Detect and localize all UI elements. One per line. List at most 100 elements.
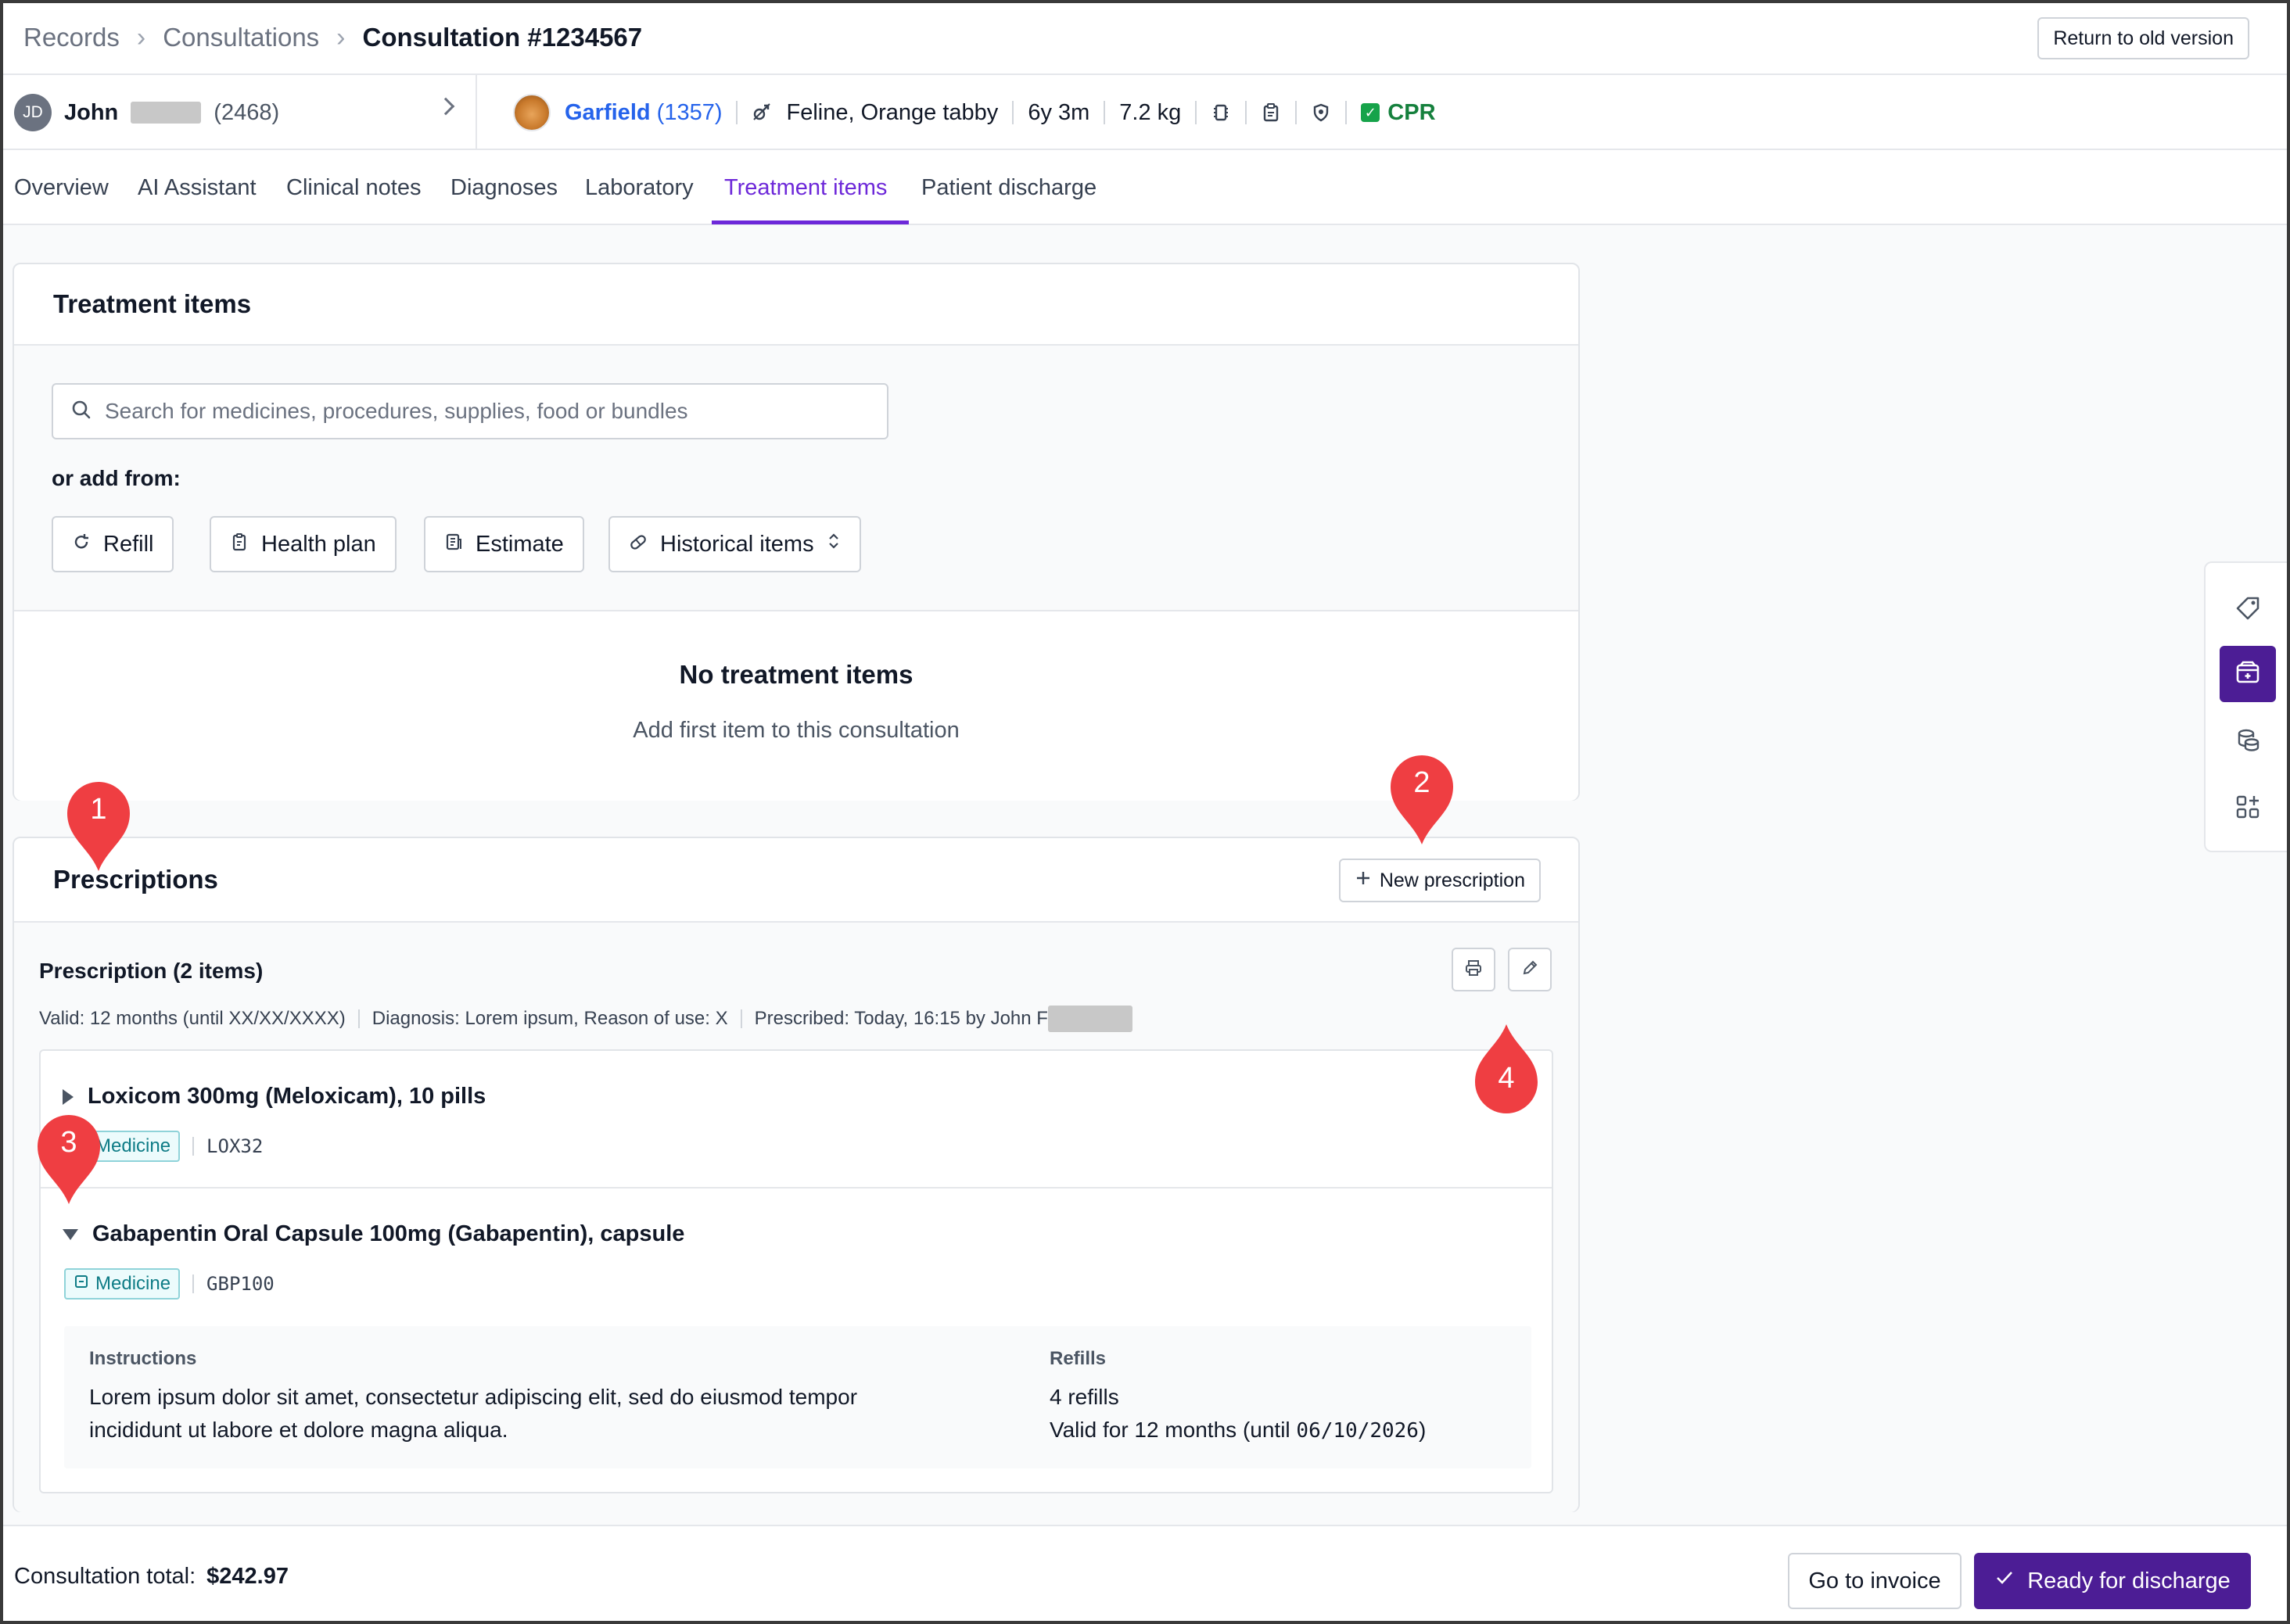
inventory-box-icon <box>2234 658 2262 690</box>
patient-bar: JD John (2468) Garfield (1357) Feline, O… <box>0 75 2290 150</box>
add-from-refill-button[interactable]: Refill <box>52 516 174 572</box>
instructions-line: incididunt ut labore et dolore magna ali… <box>89 1418 508 1442</box>
tab-patient-discharge[interactable]: Patient discharge <box>921 150 1097 225</box>
return-to-old-version-button[interactable]: Return to old version <box>2037 17 2249 59</box>
go-to-invoice-button[interactable]: Go to invoice <box>1788 1553 1962 1609</box>
patient-name-link[interactable]: Garfield <box>565 100 651 125</box>
ready-for-discharge-button[interactable]: Ready for discharge <box>1974 1553 2251 1609</box>
divider <box>14 610 1578 611</box>
ready-for-discharge-label: Ready for discharge <box>2027 1568 2231 1594</box>
medicine-tag: Medicine <box>64 1268 181 1300</box>
prescription-prescribed-by: Prescribed: Today, 16:15 by John F <box>754 1008 1048 1029</box>
empty-state-subtitle: Add first item to this consultation <box>633 718 960 743</box>
treatment-search-input[interactable] <box>105 399 856 424</box>
empty-state-title: No treatment items <box>679 660 913 689</box>
rail-billing-button[interactable] <box>2220 713 2276 769</box>
prescription-group: Prescription (2 items) Valid: 12 months … <box>14 921 1578 1512</box>
empty-state <box>14 610 1578 801</box>
add-from-historical-items-dropdown[interactable]: Historical items <box>608 516 861 572</box>
document-icon <box>444 532 463 557</box>
refills-validity-suffix: ) <box>1418 1418 1427 1442</box>
client-id: (2468) <box>214 99 280 125</box>
refills-label: Refills <box>1050 1348 1107 1369</box>
treatment-items-card: Treatment items or add from: Refill Heal… <box>13 263 1580 801</box>
chevron-right-icon: › <box>136 22 146 52</box>
apps-icon <box>2234 793 2262 825</box>
client-name: John <box>64 99 119 125</box>
tab-clinical-notes[interactable]: Clinical notes <box>286 150 421 225</box>
refill-label: Refill <box>103 531 154 557</box>
treatment-search-field[interactable] <box>52 383 888 439</box>
breadcrumb-consultations[interactable]: Consultations <box>163 23 319 52</box>
check-icon <box>1994 1568 2015 1594</box>
divider <box>41 1187 1552 1188</box>
client-selector[interactable]: JD John (2468) <box>0 75 477 150</box>
rail-tags-button[interactable] <box>2220 582 2276 638</box>
callout-marker-3: 3 <box>31 1110 106 1207</box>
breadcrumb-records[interactable]: Records <box>23 23 120 52</box>
historical-items-label: Historical items <box>660 531 814 557</box>
prescription-meta: Valid: 12 months (until XX/XX/XXXX) Diag… <box>39 1006 1132 1032</box>
divider <box>14 921 1578 923</box>
new-prescription-button[interactable]: New prescription <box>1338 859 1541 902</box>
patient-species: Feline, Orange tabby <box>786 99 999 125</box>
new-prescription-label: New prescription <box>1379 869 1525 891</box>
rail-inventory-button[interactable] <box>2220 646 2276 702</box>
instructions-label: Instructions <box>89 1348 197 1369</box>
caret-right-icon <box>63 1088 74 1105</box>
page-title: Consultation #1234567 <box>362 23 643 52</box>
consultation-footer: Consultation total: $242.97 Go to invoice… <box>0 1525 2290 1624</box>
check-icon: ✓ <box>1361 103 1380 122</box>
tab-overview[interactable]: Overview <box>14 150 109 225</box>
medicine-tag-label: Medicine <box>95 1135 171 1156</box>
tab-diagnoses[interactable]: Diagnoses <box>450 150 558 225</box>
chevron-right-icon[interactable] <box>436 97 455 116</box>
plus-icon <box>1355 869 1372 892</box>
prescription-item-tags: Medicine GBP100 <box>64 1268 275 1300</box>
divider <box>14 344 1578 346</box>
prescription-item-toggle[interactable]: Loxicom 300mg (Meloxicam), 10 pills <box>63 1084 486 1110</box>
printer-icon <box>1464 959 1483 981</box>
consultation-total-label: Consultation total: <box>14 1564 196 1589</box>
chevron-right-icon: › <box>336 22 346 52</box>
instructions-line: Lorem ipsum dolor sit amet, consectetur … <box>89 1385 858 1409</box>
callout-number: 1 <box>90 793 107 826</box>
shield-icon <box>1311 102 1331 123</box>
add-from-health-plan-button[interactable]: Health plan <box>210 516 397 572</box>
edit-prescription-button[interactable] <box>1508 948 1552 991</box>
patient-age: 6y 3m <box>1028 99 1090 125</box>
callout-marker-2: 2 <box>1384 751 1459 848</box>
estimate-label: Estimate <box>476 531 564 557</box>
active-tab-indicator <box>712 220 909 224</box>
pill-icon <box>629 532 648 557</box>
refills-count: 4 refills <box>1050 1385 1119 1409</box>
prescription-item-toggle[interactable]: Gabapentin Oral Capsule 100mg (Gabapenti… <box>63 1221 684 1247</box>
patient-id: (1357) <box>656 99 723 125</box>
divider <box>1195 101 1197 124</box>
prescription-item-details: Instructions Lorem ipsum dolor sit amet,… <box>64 1326 1531 1468</box>
consultation-total: Consultation total: $242.97 <box>14 1564 289 1590</box>
print-prescription-button[interactable] <box>1452 948 1495 991</box>
prescriptions-card: Prescriptions New prescription Prescript… <box>13 837 1580 1512</box>
refills-valid-until-date: 06/10/2026 <box>1296 1419 1419 1443</box>
refills-text: 4 refills Valid for 12 months (until 06/… <box>1050 1381 1519 1447</box>
prescription-header-title: Prescription (2 items) <box>39 959 264 983</box>
add-from-estimate-button[interactable]: Estimate <box>424 516 584 572</box>
rail-apps-button[interactable] <box>2220 780 2276 837</box>
client-avatar: JD <box>14 94 52 131</box>
refills-validity-prefix: Valid for 12 months (until <box>1050 1418 1297 1442</box>
tab-treatment-items[interactable]: Treatment items <box>724 150 887 225</box>
cpr-status-badge: ✓ CPR <box>1361 99 1436 126</box>
divider <box>192 1274 195 1293</box>
refills-validity: Valid for 12 months (until 06/10/2026) <box>1050 1414 1519 1447</box>
tab-laboratory[interactable]: Laboratory <box>585 150 694 225</box>
refresh-icon <box>72 532 91 557</box>
patient-info: Garfield (1357) Feline, Orange tabby 6y … <box>513 75 1436 150</box>
prescription-diagnosis: Diagnosis: Lorem ipsum, Reason of use: X <box>371 1008 728 1029</box>
callout-number: 2 <box>1413 766 1430 799</box>
divider <box>736 101 738 124</box>
tab-ai-assistant[interactable]: AI Assistant <box>138 150 257 225</box>
search-icon <box>70 399 92 425</box>
cpr-label: CPR <box>1387 99 1436 125</box>
patient-weight: 7.2 kg <box>1119 99 1182 125</box>
